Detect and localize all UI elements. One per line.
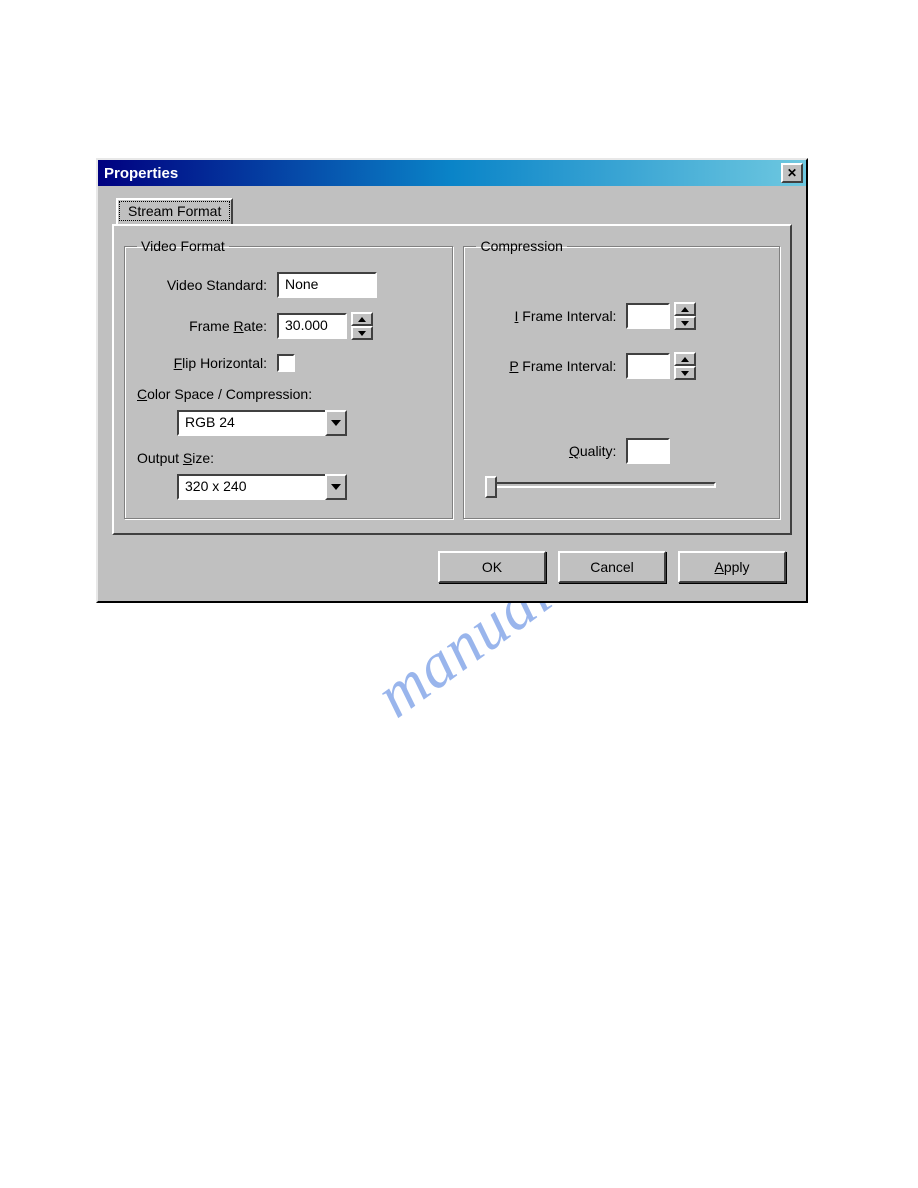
p-frame-label: P Frame Interval: <box>476 358 626 374</box>
flip-horizontal-row: Flip Horizontal: <box>137 354 442 372</box>
i-frame-input[interactable] <box>626 303 670 329</box>
frame-rate-label: Frame Rate: <box>137 318 277 334</box>
frame-rate-row: Frame Rate: 30.000 <box>137 312 442 340</box>
title-bar: Properties ✕ <box>98 160 806 186</box>
chevron-down-icon <box>331 484 341 490</box>
i-frame-row: I Frame Interval: <box>476 302 769 330</box>
close-button[interactable]: ✕ <box>781 163 803 183</box>
p-frame-spinner <box>674 352 696 380</box>
close-icon: ✕ <box>787 167 797 179</box>
output-size-value: 320 x 240 <box>177 474 325 500</box>
p-frame-input[interactable] <box>626 353 670 379</box>
tab-row: Stream Format <box>112 198 792 226</box>
chevron-down-icon <box>331 420 341 426</box>
output-size-dropdown-button[interactable] <box>325 474 347 500</box>
p-frame-row: P Frame Interval: <box>476 352 769 380</box>
video-format-legend: Video Format <box>137 238 229 254</box>
tab-panel: Video Format Video Standard: None Frame … <box>112 224 792 535</box>
i-frame-label: I Frame Interval: <box>476 308 626 324</box>
p-frame-up-button[interactable] <box>674 352 696 366</box>
properties-dialog: Properties ✕ Stream Format Video Format … <box>96 158 808 603</box>
video-standard-field: None <box>277 272 377 298</box>
ok-button[interactable]: OK <box>438 551 546 583</box>
frame-rate-spinner <box>351 312 373 340</box>
chevron-down-icon <box>681 371 689 376</box>
chevron-down-icon <box>681 321 689 326</box>
color-space-select[interactable]: RGB 24 <box>177 410 347 436</box>
dialog-title: Properties <box>104 165 178 182</box>
video-standard-row: Video Standard: None <box>137 272 442 298</box>
flip-horizontal-label: Flip Horizontal: <box>137 355 277 371</box>
chevron-down-icon <box>358 331 366 336</box>
chevron-up-icon <box>681 357 689 362</box>
flip-horizontal-checkbox[interactable] <box>277 354 295 372</box>
quality-label: Quality: <box>476 443 626 459</box>
p-frame-down-button[interactable] <box>674 366 696 380</box>
output-size-label: Output Size: <box>137 450 442 466</box>
i-frame-up-button[interactable] <box>674 302 696 316</box>
video-format-group: Video Format Video Standard: None Frame … <box>124 238 453 519</box>
output-size-select[interactable]: 320 x 240 <box>177 474 347 500</box>
dialog-button-row: OK Cancel Apply <box>112 537 792 587</box>
cancel-button[interactable]: Cancel <box>558 551 666 583</box>
frame-rate-down-button[interactable] <box>351 326 373 340</box>
i-frame-down-button[interactable] <box>674 316 696 330</box>
compression-group: Compression I Frame Interval: P Frame In… <box>463 238 780 519</box>
apply-button[interactable]: Apply <box>678 551 786 583</box>
chevron-up-icon <box>358 317 366 322</box>
video-standard-label: Video Standard: <box>137 277 277 293</box>
quality-row: Quality: <box>476 438 769 464</box>
tab-stream-format[interactable]: Stream Format <box>116 198 233 224</box>
dialog-body: Stream Format Video Format Video Standar… <box>98 186 806 601</box>
color-space-value: RGB 24 <box>177 410 325 436</box>
chevron-up-icon <box>681 307 689 312</box>
color-space-label: Color Space / Compression: <box>137 386 442 402</box>
quality-slider-thumb[interactable] <box>485 476 497 498</box>
frame-rate-input[interactable]: 30.000 <box>277 313 347 339</box>
quality-input[interactable] <box>626 438 670 464</box>
frame-rate-up-button[interactable] <box>351 312 373 326</box>
quality-slider[interactable] <box>486 482 716 488</box>
color-space-dropdown-button[interactable] <box>325 410 347 436</box>
i-frame-spinner <box>674 302 696 330</box>
compression-legend: Compression <box>476 238 566 254</box>
